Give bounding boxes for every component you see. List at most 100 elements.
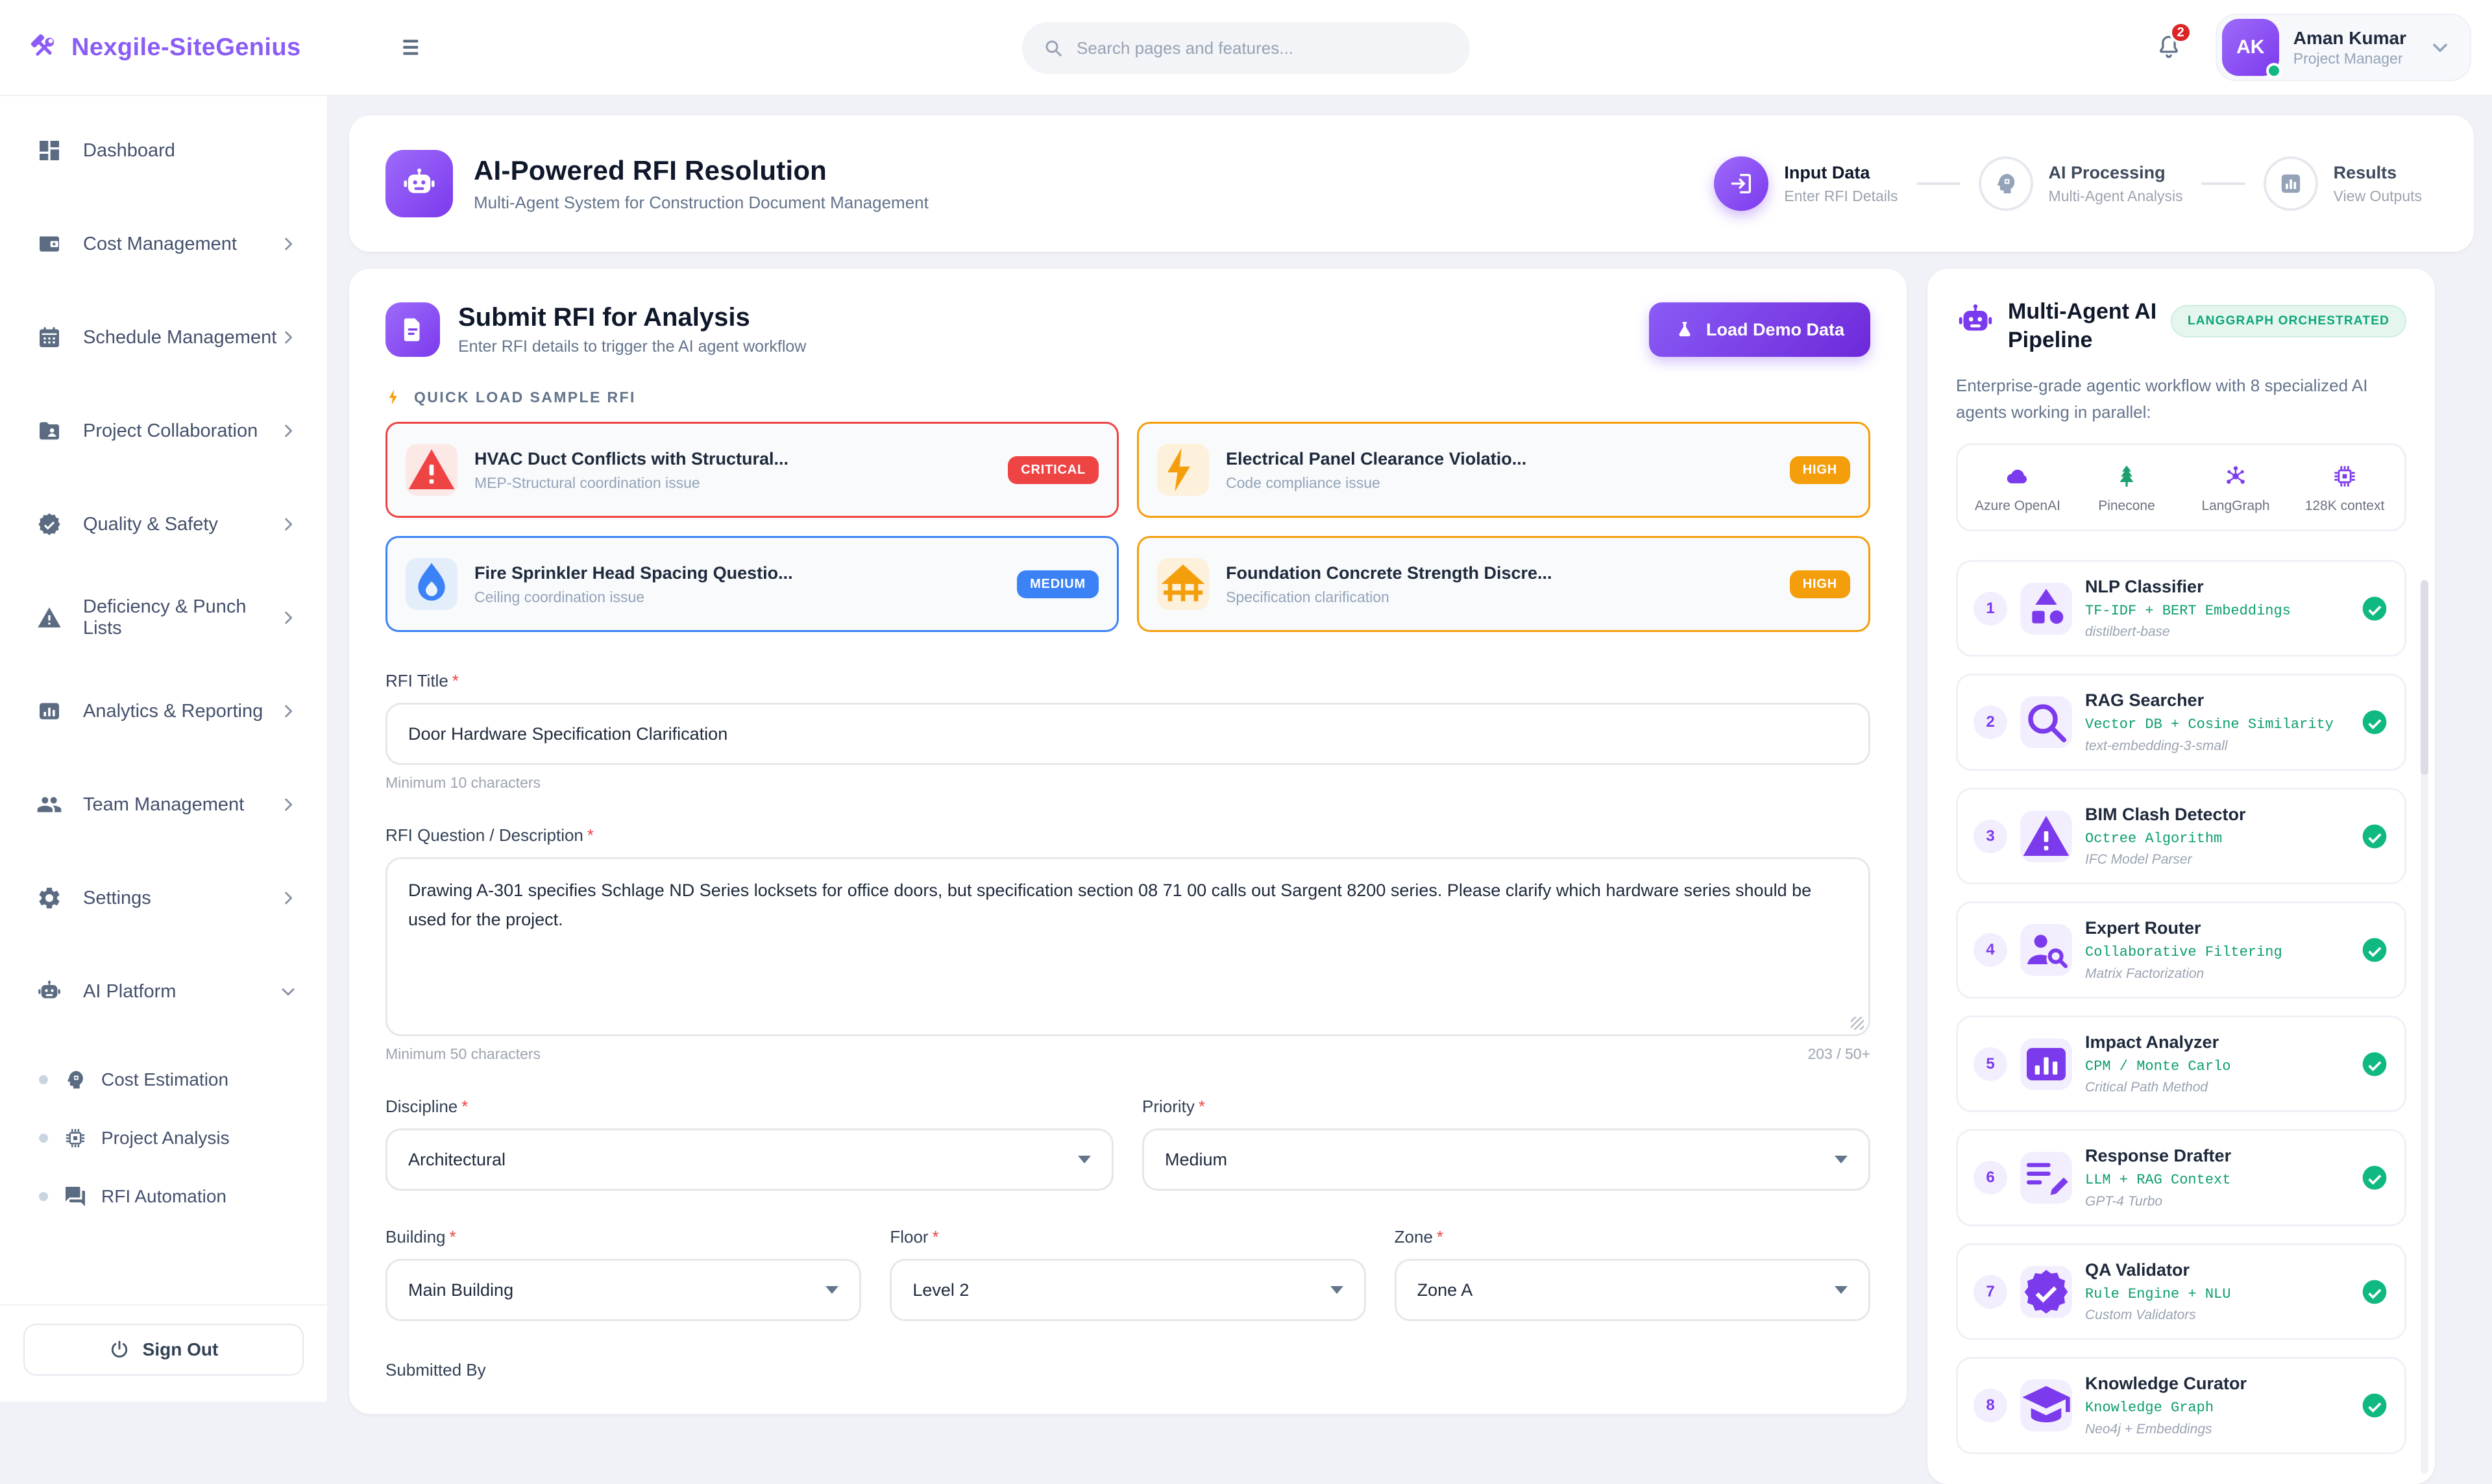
flask-icon bbox=[1675, 320, 1694, 339]
priority-label: Priority* bbox=[1142, 1097, 1870, 1117]
calendar-icon bbox=[36, 324, 62, 350]
load-demo-data-button[interactable]: Load Demo Data bbox=[1649, 302, 1870, 357]
sample-rfi-card[interactable]: Electrical Panel Clearance Violatio... C… bbox=[1137, 422, 1870, 518]
orchestration-badge: LANGGRAPH ORCHESTRATED bbox=[2171, 305, 2406, 337]
sidebar-sub-item[interactable]: Cost Estimation bbox=[16, 1056, 312, 1103]
sidebar-item[interactable]: Quality & Safety bbox=[16, 496, 312, 553]
chevron-right-icon bbox=[278, 794, 299, 815]
sidebar-item[interactable]: Deficiency & Punch Lists bbox=[16, 589, 312, 646]
notifications-button[interactable]: 2 bbox=[2143, 21, 2195, 73]
foundation-icon bbox=[1157, 558, 1209, 610]
rfi-title-helper: Minimum 10 characters bbox=[385, 774, 1870, 792]
bullet-dot bbox=[39, 1192, 48, 1201]
bolt-icon bbox=[1157, 444, 1209, 496]
search-input[interactable] bbox=[1077, 38, 1449, 58]
chevron-right-icon bbox=[278, 888, 299, 908]
bullet-dot bbox=[39, 1134, 48, 1143]
sample-rfi-card[interactable]: Foundation Concrete Strength Discre... S… bbox=[1137, 536, 1870, 632]
analytics-icon bbox=[2020, 1038, 2072, 1090]
sidebar-item[interactable]: Analytics & Reporting bbox=[16, 683, 312, 740]
sidebar-item[interactable]: Team Management bbox=[16, 776, 312, 833]
user-menu[interactable]: AK Aman Kumar Project Manager bbox=[2216, 14, 2471, 81]
agent-card: 8 Knowledge Curator Knowledge Graph Neo4… bbox=[1956, 1357, 2406, 1454]
pipeline-title: Multi-Agent AI Pipeline bbox=[2008, 297, 2158, 354]
chevron-right-icon bbox=[278, 327, 299, 348]
zone-select[interactable]: Zone A bbox=[1395, 1259, 1870, 1321]
pipeline-card: Multi-Agent AI Pipeline LANGGRAPH ORCHES… bbox=[1927, 269, 2435, 1484]
avatar-initials: AK bbox=[2236, 36, 2264, 58]
warning-icon bbox=[36, 605, 62, 631]
sidebar-item[interactable]: AI Platform bbox=[16, 963, 312, 1020]
rfi-form-card: Submit RFI for Analysis Enter RFI detail… bbox=[349, 269, 1907, 1414]
online-status-dot bbox=[2266, 63, 2282, 79]
discipline-select[interactable]: Architectural bbox=[385, 1128, 1114, 1191]
user-name: Aman Kumar bbox=[2293, 27, 2406, 49]
check-circle-icon bbox=[2360, 1163, 2389, 1192]
sidebar-item[interactable]: Dashboard bbox=[16, 122, 312, 179]
agent-number: 1 bbox=[1973, 592, 2007, 626]
chevron-right-icon bbox=[278, 701, 299, 722]
priority-select[interactable]: Medium bbox=[1142, 1128, 1870, 1191]
floor-label: Floor* bbox=[890, 1227, 1365, 1247]
tech-stack-item: Azure OpenAI bbox=[1963, 463, 2072, 514]
chat-icon bbox=[64, 1185, 87, 1208]
tech-stack-item: 128K context bbox=[2290, 463, 2399, 514]
rfi-description-textarea[interactable]: Drawing A-301 specifies Schlage ND Serie… bbox=[385, 857, 1870, 1036]
agent-number: 6 bbox=[1973, 1161, 2007, 1195]
agent-card: 4 Expert Router Collaborative Filtering … bbox=[1956, 901, 2406, 999]
sample-rfi-card[interactable]: HVAC Duct Conflicts with Structural... M… bbox=[385, 422, 1119, 518]
people-icon bbox=[36, 792, 62, 818]
category-icon bbox=[2020, 583, 2072, 635]
sample-rfi-card[interactable]: Fire Sprinkler Head Spacing Questio... C… bbox=[385, 536, 1119, 632]
sidebar-item[interactable]: Project Collaboration bbox=[16, 402, 312, 459]
rfi-description-helper: Minimum 50 characters bbox=[385, 1045, 541, 1063]
avatar: AK bbox=[2222, 19, 2279, 76]
building-select[interactable]: Main Building bbox=[385, 1259, 861, 1321]
sidebar-item[interactable]: Cost Management bbox=[16, 215, 312, 273]
form-title: Submit RFI for Analysis bbox=[458, 303, 806, 332]
dashboard-icon bbox=[36, 138, 62, 164]
chevron-down-icon bbox=[2428, 36, 2452, 59]
menu-toggle-button[interactable] bbox=[388, 23, 437, 72]
check-circle-icon bbox=[2360, 708, 2389, 736]
floor-select[interactable]: Level 2 bbox=[890, 1259, 1365, 1321]
sidebar-sub-item[interactable]: Project Analysis bbox=[16, 1115, 312, 1162]
agent-card: 2 RAG Searcher Vector DB + Cosine Simila… bbox=[1956, 674, 2406, 771]
agent-number: 7 bbox=[1973, 1275, 2007, 1309]
pipeline-scrollbar[interactable] bbox=[2421, 580, 2428, 1474]
robot-icon bbox=[385, 150, 453, 217]
sidebar-item[interactable]: Schedule Management bbox=[16, 309, 312, 366]
sign-out-button[interactable]: Sign Out bbox=[23, 1324, 304, 1376]
tech-stack-item: Pinecone bbox=[2072, 463, 2181, 514]
login-icon bbox=[1714, 156, 1768, 211]
sidebar-item[interactable]: Settings bbox=[16, 870, 312, 927]
gear-icon bbox=[36, 885, 62, 911]
chip-icon bbox=[2332, 463, 2358, 489]
chevron-right-icon bbox=[278, 607, 299, 628]
school-icon bbox=[2020, 1380, 2072, 1431]
dropdown-caret-icon bbox=[1330, 1286, 1343, 1294]
agent-number: 8 bbox=[1973, 1389, 2007, 1422]
bar-chart-icon bbox=[2264, 156, 2318, 211]
analytics-icon bbox=[36, 698, 62, 724]
agent-number: 3 bbox=[1973, 820, 2007, 853]
rfi-title-input[interactable] bbox=[385, 703, 1870, 765]
rfi-title-label: RFI Title* bbox=[385, 671, 1870, 691]
hamburger-icon bbox=[398, 33, 427, 62]
robot-icon bbox=[36, 979, 62, 1004]
step-results: Results View Outputs bbox=[2264, 156, 2422, 211]
check-circle-icon bbox=[2360, 1278, 2389, 1306]
chevron-right-icon bbox=[278, 514, 299, 535]
app-logo[interactable]: Nexgile-SiteGenius bbox=[0, 32, 328, 63]
dropdown-caret-icon bbox=[1835, 1286, 1848, 1294]
tech-stack-item: LangGraph bbox=[2181, 463, 2290, 514]
form-subtitle: Enter RFI details to trigger the AI agen… bbox=[458, 337, 806, 356]
chevron-right-icon bbox=[278, 420, 299, 441]
chip-icon bbox=[64, 1126, 87, 1150]
agent-card: 1 NLP Classifier TF-IDF + BERT Embedding… bbox=[1956, 560, 2406, 657]
sidebar-sub-item[interactable]: RFI Automation bbox=[16, 1173, 312, 1220]
search-icon bbox=[1043, 38, 1064, 58]
chevron-down-icon bbox=[278, 981, 299, 1002]
top-header: Nexgile-SiteGenius 2 AK Aman Kumar Proje… bbox=[0, 0, 2492, 96]
agent-number: 2 bbox=[1973, 705, 2007, 739]
